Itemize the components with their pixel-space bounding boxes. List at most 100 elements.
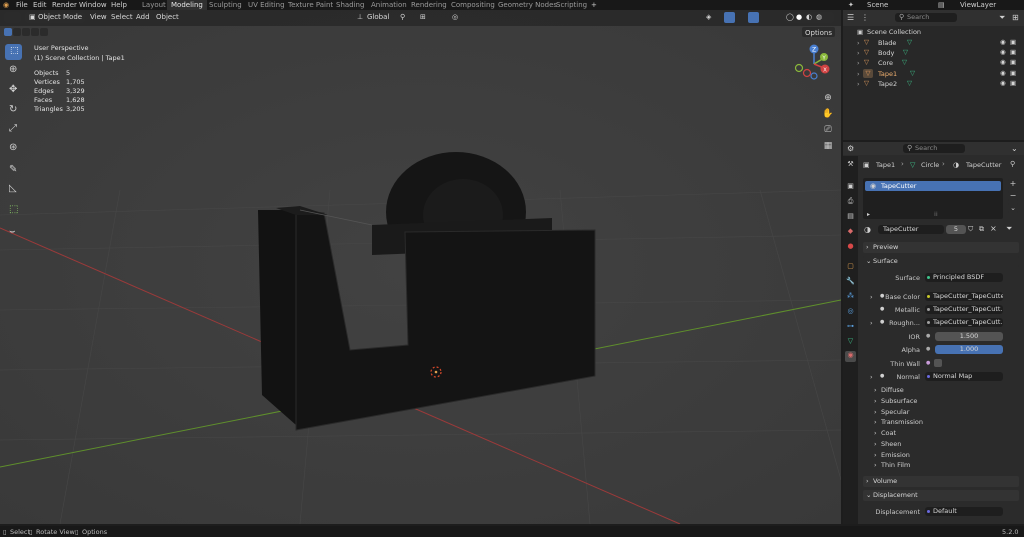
visibility-eye-icon[interactable]: ◉ bbox=[1000, 69, 1006, 77]
visibility-icon[interactable]: ◈ bbox=[706, 13, 711, 21]
output-tab-icon[interactable]: ⎙ bbox=[846, 197, 855, 206]
subpanel-specular[interactable]: Specular bbox=[881, 408, 909, 416]
tab-animation[interactable]: Animation bbox=[367, 0, 411, 10]
gizmo-toggle-button[interactable] bbox=[724, 12, 735, 23]
render-camera-icon[interactable]: ▣ bbox=[1010, 58, 1016, 66]
blender-logo-icon[interactable]: ◉ bbox=[3, 1, 9, 9]
chevron-right-icon[interactable]: › bbox=[857, 70, 860, 78]
material-slot-row[interactable]: ◉ TapeCutter bbox=[865, 181, 1001, 191]
displacement-field[interactable]: Default bbox=[925, 507, 1003, 516]
menu-window[interactable]: Window bbox=[79, 1, 107, 9]
object-tab-icon[interactable]: ▢ bbox=[846, 262, 855, 271]
modifier-tab-icon[interactable]: 🔧 bbox=[846, 277, 855, 286]
camera-view-icon[interactable]: ⎚ bbox=[822, 124, 834, 136]
chevron-right-icon[interactable]: › bbox=[870, 293, 873, 301]
visibility-eye-icon[interactable]: ◉ bbox=[1000, 38, 1006, 46]
scene-name[interactable]: Scene bbox=[867, 1, 888, 9]
render-camera-icon[interactable]: ▣ bbox=[1010, 38, 1016, 46]
menu-object[interactable]: Object bbox=[156, 13, 179, 21]
chevron-right-icon[interactable]: › bbox=[870, 319, 873, 327]
scene-tab-icon[interactable]: ◆ bbox=[846, 227, 855, 236]
render-camera-icon[interactable]: ▣ bbox=[1010, 48, 1016, 56]
tab-sculpting[interactable]: Sculpting bbox=[205, 0, 246, 10]
menu-select[interactable]: Select bbox=[111, 13, 133, 21]
unlink-close-icon[interactable]: ⨯ bbox=[990, 224, 997, 233]
chevron-right-icon[interactable]: › bbox=[874, 440, 877, 448]
perspective-grid-icon[interactable]: ▦ bbox=[822, 140, 834, 152]
subpanel-coat[interactable]: Coat bbox=[881, 429, 896, 437]
outliner-item-active[interactable]: › ▽ Tape1 ▽ ◉ ▣ bbox=[845, 69, 1022, 79]
volume-panel-header[interactable]: › Volume bbox=[863, 476, 1019, 487]
preview-panel-header[interactable]: › Preview bbox=[863, 242, 1019, 253]
select-mode-new-button[interactable] bbox=[4, 28, 12, 36]
filter-funnel-icon[interactable]: ⏷ bbox=[1006, 224, 1012, 234]
extra-tool[interactable]: ⌣ bbox=[5, 225, 22, 241]
3d-viewport[interactable] bbox=[0, 10, 841, 524]
move-tool[interactable]: ✥ bbox=[5, 83, 22, 99]
tab-modeling[interactable]: Modeling bbox=[167, 0, 207, 10]
material-shading-icon[interactable]: ◐ bbox=[806, 13, 812, 21]
roughness-field[interactable]: TapeCutter_TapeCutt... bbox=[925, 318, 1003, 327]
resize-handle-icon[interactable]: ⁞⁞ bbox=[934, 211, 938, 218]
chevron-right-icon[interactable]: › bbox=[857, 39, 860, 47]
editor-type-button[interactable] bbox=[4, 12, 21, 23]
surface-shader-field[interactable]: Principled BSDF bbox=[925, 273, 1003, 282]
material-tab-icon[interactable]: ◉ bbox=[845, 351, 856, 362]
solid-shading-icon[interactable]: ● bbox=[796, 13, 802, 21]
tab-scripting[interactable]: Scripting bbox=[552, 0, 591, 10]
chevron-right-icon[interactable]: › bbox=[874, 451, 877, 459]
outliner-item[interactable]: › ▽ Blade ▽ ◉ ▣ bbox=[845, 38, 1022, 48]
outliner-item[interactable]: › ▽ Body ▽ ◉ ▣ bbox=[845, 48, 1022, 58]
chevron-right-icon[interactable]: › bbox=[874, 397, 877, 405]
surface-panel-header[interactable]: ⌄ Surface bbox=[863, 256, 1019, 267]
slot-specials-button[interactable]: ⌄ bbox=[1008, 203, 1018, 213]
scene-icon[interactable]: ✦ bbox=[848, 1, 854, 9]
particles-tab-icon[interactable]: ⁂ bbox=[846, 292, 855, 301]
proportional-edit-icon[interactable]: ◎ bbox=[452, 13, 458, 21]
tab-rendering[interactable]: Rendering bbox=[407, 0, 451, 10]
alpha-slider[interactable]: 1.000 bbox=[935, 345, 1003, 354]
visibility-eye-icon[interactable]: ◉ bbox=[1000, 48, 1006, 56]
ior-field[interactable]: 1.500 bbox=[935, 332, 1003, 341]
fake-user-shield-icon[interactable]: ⛉ bbox=[968, 225, 973, 234]
viewlayer-name[interactable]: ViewLayer bbox=[960, 1, 996, 9]
editor-type-icon[interactable]: ⚙ bbox=[847, 144, 854, 153]
add-cube-tool[interactable]: ⬚ bbox=[5, 203, 22, 219]
remove-slot-button[interactable]: − bbox=[1008, 191, 1018, 201]
pivot-icon[interactable]: ⚲ bbox=[400, 13, 405, 21]
snap-icon[interactable]: ⊞ bbox=[420, 13, 426, 21]
navigation-gizmo[interactable]: Z Y X bbox=[792, 42, 838, 82]
render-camera-icon[interactable]: ▣ bbox=[1010, 79, 1016, 87]
select-mode-intersect-button[interactable] bbox=[40, 28, 48, 36]
measure-tool[interactable]: ◺ bbox=[5, 182, 22, 198]
chevron-right-icon[interactable]: › bbox=[874, 418, 877, 426]
tab-geometry-nodes[interactable]: Geometry Nodes bbox=[494, 0, 561, 10]
outliner-item[interactable]: › ▽ Core ▽ ◉ ▣ bbox=[845, 58, 1022, 68]
filter-display-icon[interactable]: ⋮ bbox=[861, 13, 869, 22]
material-name-field[interactable]: TapeCutter bbox=[878, 225, 944, 234]
pan-hand-icon[interactable]: ✋ bbox=[822, 108, 834, 120]
select-mode-extend-button[interactable] bbox=[13, 28, 21, 36]
tab-uv-editing[interactable]: UV Editing bbox=[244, 0, 289, 10]
menu-file[interactable]: File bbox=[16, 1, 28, 9]
annotate-tool[interactable]: ✎ bbox=[5, 163, 22, 179]
orientation-dropdown[interactable]: Global bbox=[367, 13, 389, 21]
data-tab-icon[interactable]: ▽ bbox=[846, 337, 855, 346]
constraints-tab-icon[interactable]: ⊶ bbox=[846, 322, 855, 331]
user-count-badge[interactable]: 5 bbox=[946, 225, 966, 234]
filter-icon[interactable]: ⏷ bbox=[999, 13, 1005, 23]
select-mode-subtract-button[interactable] bbox=[22, 28, 30, 36]
add-workspace-button[interactable]: + bbox=[587, 0, 601, 10]
scale-tool[interactable]: ⤢ bbox=[5, 122, 22, 138]
displacement-panel-header[interactable]: ⌄ Displacement bbox=[863, 490, 1019, 501]
menu-render[interactable]: Render bbox=[52, 1, 77, 9]
menu-edit[interactable]: Edit bbox=[33, 1, 47, 9]
metallic-field[interactable]: TapeCutter_TapeCutt... bbox=[925, 305, 1003, 314]
overlay-toggle-button[interactable] bbox=[748, 12, 759, 23]
chevron-right-icon[interactable]: › bbox=[857, 59, 860, 67]
chevron-right-icon[interactable]: › bbox=[874, 386, 877, 394]
subpanel-sheen[interactable]: Sheen bbox=[881, 440, 901, 448]
chevron-down-icon[interactable]: ⌄ bbox=[1011, 144, 1018, 153]
select-mode-invert-button[interactable] bbox=[31, 28, 39, 36]
expand-arrow-icon[interactable]: ▸ bbox=[867, 211, 870, 218]
